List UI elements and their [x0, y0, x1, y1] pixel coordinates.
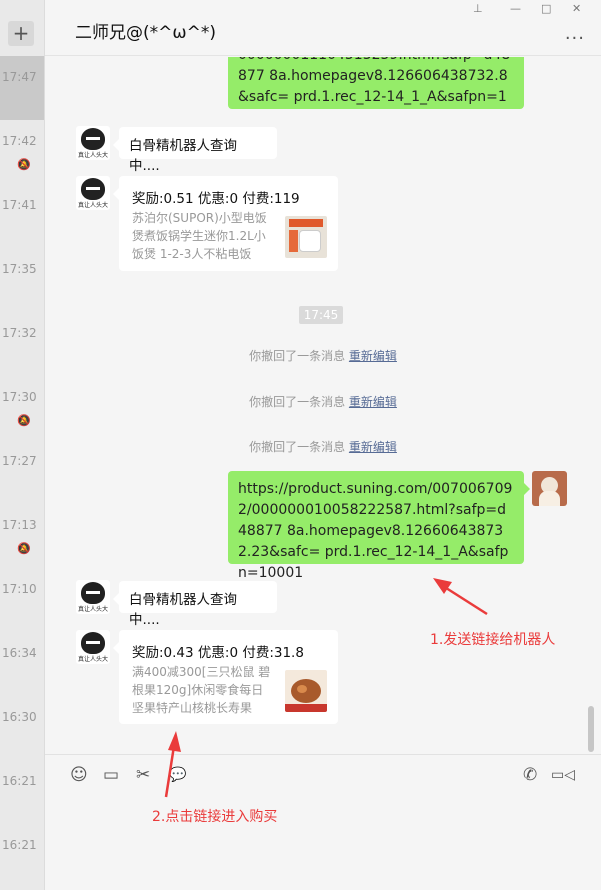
annotation-arrow-1 — [433, 578, 488, 616]
annotation-arrow-2 — [164, 731, 181, 798]
annotation-send-link: 1.发送链接给机器人 — [430, 632, 556, 648]
annotation-arrows — [164, 578, 488, 798]
annotation-click-link: 2.点击链接进入购买 — [152, 809, 278, 825]
